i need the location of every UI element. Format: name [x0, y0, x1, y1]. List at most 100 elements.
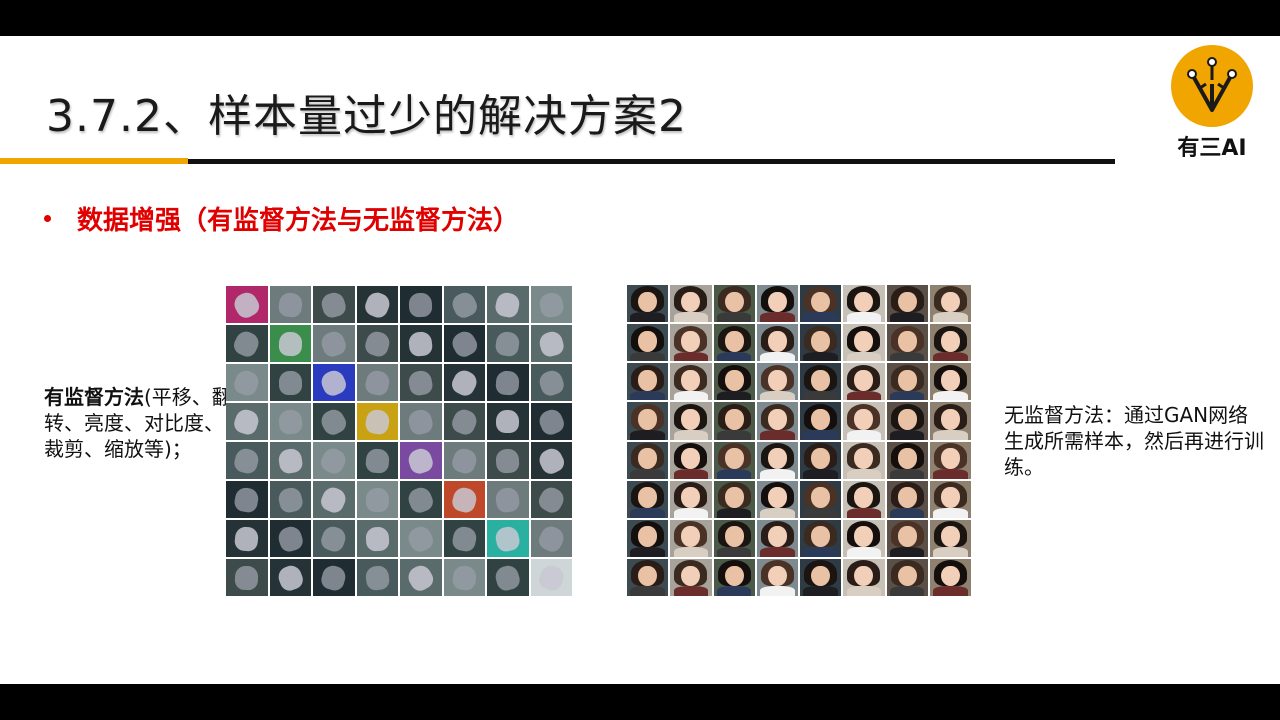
generated-face-thumbnail	[756, 324, 798, 362]
augmented-thumbnail	[443, 520, 485, 557]
generated-face-thumbnail	[886, 480, 928, 518]
augmented-thumbnail	[487, 286, 529, 323]
generated-face-thumbnail	[627, 402, 669, 440]
augmented-thumbnail	[313, 481, 355, 518]
generated-face-thumbnail	[929, 363, 971, 401]
generated-face-thumbnail	[713, 519, 755, 557]
gan-faces-grid-image	[627, 285, 971, 596]
generated-face-thumbnail	[929, 441, 971, 479]
generated-face-thumbnail	[670, 324, 712, 362]
augmented-thumbnail	[226, 481, 268, 518]
generated-face-thumbnail	[627, 480, 669, 518]
generated-face-thumbnail	[713, 402, 755, 440]
generated-face-thumbnail	[670, 480, 712, 518]
generated-face-thumbnail	[929, 519, 971, 557]
augmented-thumbnail	[269, 520, 311, 557]
augmented-thumbnail	[269, 481, 311, 518]
augmented-thumbnail	[356, 286, 398, 323]
generated-face-thumbnail	[627, 285, 669, 323]
generated-face-thumbnail	[627, 363, 669, 401]
generated-face-thumbnail	[929, 402, 971, 440]
augmented-thumbnail	[356, 364, 398, 401]
augmented-thumbnail	[487, 520, 529, 557]
generated-face-thumbnail	[800, 285, 842, 323]
augmented-thumbnail	[226, 364, 268, 401]
slide-title: 3.7.2、样本量过少的解决方案2	[46, 91, 687, 142]
augmented-thumbnail	[269, 442, 311, 479]
generated-face-thumbnail	[713, 363, 755, 401]
augmented-thumbnail	[400, 442, 442, 479]
generated-face-thumbnail	[800, 402, 842, 440]
generated-face-thumbnail	[670, 363, 712, 401]
augmented-thumbnail	[269, 364, 311, 401]
augmented-thumbnail	[269, 559, 311, 596]
augmented-thumbnail	[313, 559, 355, 596]
generated-face-thumbnail	[627, 441, 669, 479]
augmented-thumbnail	[400, 403, 442, 440]
augmented-thumbnail	[269, 325, 311, 362]
augmented-thumbnail	[313, 325, 355, 362]
generated-face-thumbnail	[929, 285, 971, 323]
augmented-thumbnail	[530, 325, 572, 362]
generated-face-thumbnail	[670, 558, 712, 596]
augmented-thumbnail	[356, 442, 398, 479]
augmented-thumbnail	[443, 325, 485, 362]
generated-face-thumbnail	[627, 324, 669, 362]
generated-face-thumbnail	[756, 285, 798, 323]
generated-face-thumbnail	[843, 324, 885, 362]
augmented-thumbnail	[226, 325, 268, 362]
generated-face-thumbnail	[886, 324, 928, 362]
augmented-thumbnail	[226, 442, 268, 479]
augmented-thumbnail	[487, 559, 529, 596]
generated-face-thumbnail	[670, 285, 712, 323]
generated-face-thumbnail	[800, 480, 842, 518]
augmented-thumbnail	[400, 559, 442, 596]
augmented-thumbnail	[313, 403, 355, 440]
augmented-thumbnail	[530, 442, 572, 479]
generated-face-thumbnail	[756, 402, 798, 440]
generated-face-thumbnail	[800, 519, 842, 557]
augmented-thumbnail	[400, 325, 442, 362]
generated-face-thumbnail	[800, 558, 842, 596]
augmented-thumbnail	[226, 403, 268, 440]
title-rule-accent	[0, 158, 188, 164]
generated-face-thumbnail	[843, 519, 885, 557]
generated-face-thumbnail	[713, 324, 755, 362]
logo: 有三AI	[1160, 44, 1264, 161]
slide: 3.7.2、样本量过少的解决方案2 有三AI 数据增强（有监督方法与无监督方法）…	[0, 36, 1280, 684]
augmented-thumbnail	[400, 364, 442, 401]
generated-face-thumbnail	[713, 558, 755, 596]
augmented-thumbnail	[269, 403, 311, 440]
augmented-thumbnail	[487, 364, 529, 401]
augmented-thumbnail	[400, 286, 442, 323]
augmented-thumbnail	[356, 520, 398, 557]
generated-face-thumbnail	[843, 402, 885, 440]
generated-face-thumbnail	[756, 558, 798, 596]
augmented-thumbnail	[356, 559, 398, 596]
title-rule	[188, 159, 1115, 164]
bullet-dot-icon	[44, 215, 51, 222]
generated-face-thumbnail	[713, 441, 755, 479]
augmented-thumbnail	[400, 520, 442, 557]
supervised-label: 有监督方法	[44, 385, 144, 409]
generated-face-thumbnail	[929, 480, 971, 518]
generated-face-thumbnail	[886, 441, 928, 479]
generated-face-thumbnail	[756, 363, 798, 401]
augmented-thumbnail	[226, 520, 268, 557]
generated-face-thumbnail	[843, 285, 885, 323]
augmented-thumbnail	[400, 481, 442, 518]
generated-face-thumbnail	[886, 558, 928, 596]
augmented-thumbnail	[443, 559, 485, 596]
generated-face-thumbnail	[670, 402, 712, 440]
bullet-point: 数据增强（有监督方法与无监督方法）	[44, 200, 519, 237]
logo-text: 有三AI	[1177, 136, 1247, 161]
generated-face-thumbnail	[800, 441, 842, 479]
generated-face-thumbnail	[886, 402, 928, 440]
augmented-thumbnail	[226, 286, 268, 323]
augmented-thumbnail	[443, 286, 485, 323]
generated-face-thumbnail	[713, 285, 755, 323]
generated-face-thumbnail	[843, 480, 885, 518]
generated-face-thumbnail	[756, 441, 798, 479]
generated-face-thumbnail	[929, 324, 971, 362]
generated-face-thumbnail	[886, 363, 928, 401]
